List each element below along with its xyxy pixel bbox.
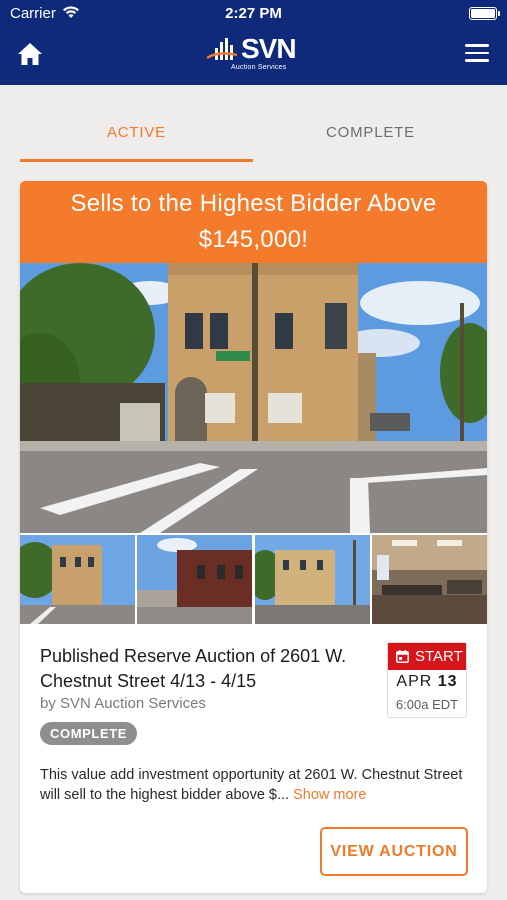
main-property-photo[interactable] [20,263,487,533]
thumbnail-image [137,535,252,624]
building-photo-image [20,263,487,533]
logo-wordmark: SVN [241,33,297,64]
auction-tabs: ACTIVE COMPLETE [20,110,487,162]
thumbnail-4[interactable] [372,535,487,624]
tab-active[interactable]: ACTIVE [20,110,253,162]
description-text: This value add investment opportunity at… [40,767,463,803]
app-header: Carrier 2:27 PM SVN Auction Services [0,0,507,85]
view-auction-button[interactable]: VIEW AUCTION [320,827,468,876]
clock: 2:27 PM [225,5,282,22]
start-date-card: START APR 13 6:00a EDT [387,642,467,718]
show-more-link[interactable]: Show more [293,787,366,803]
start-time: 6:00a EDT [395,697,459,712]
thumbnail-image [372,535,487,624]
thumbnail-2[interactable] [137,535,252,624]
start-label: START [415,648,463,665]
thumbnail-1[interactable] [20,535,135,624]
tab-complete[interactable]: COMPLETE [254,110,487,162]
logo-subtitle: Auction Services [231,64,287,71]
start-header: START [388,643,466,670]
auction-card: Sells to the Highest Bidder Above $145,0… [20,181,487,893]
photo-thumbnails [20,535,487,624]
listing-description: This value add investment opportunity at… [40,765,472,805]
nav-bar: SVN Auction Services [0,30,507,80]
start-month: APR [396,673,433,690]
listing-byline: by SVN Auction Services [40,695,206,712]
start-day: 13 [437,673,458,690]
status-bar: Carrier 2:27 PM [0,0,507,28]
listing-title[interactable]: Published Reserve Auction of 2601 W. Che… [40,644,370,694]
thumbnail-image [20,535,135,624]
home-icon[interactable] [16,40,44,68]
battery-icon [469,7,500,20]
thumbnail-3[interactable] [255,535,370,624]
svn-logo: SVN Auction Services [205,32,305,74]
logo-mark-icon [207,38,238,60]
start-date: APR 13 [388,673,466,691]
thumbnail-image [255,535,370,624]
price-banner: Sells to the Highest Bidder Above $145,0… [20,181,487,263]
hamburger-menu-icon[interactable] [465,44,489,64]
calendar-icon [396,650,409,663]
status-badge: COMPLETE [40,722,138,745]
